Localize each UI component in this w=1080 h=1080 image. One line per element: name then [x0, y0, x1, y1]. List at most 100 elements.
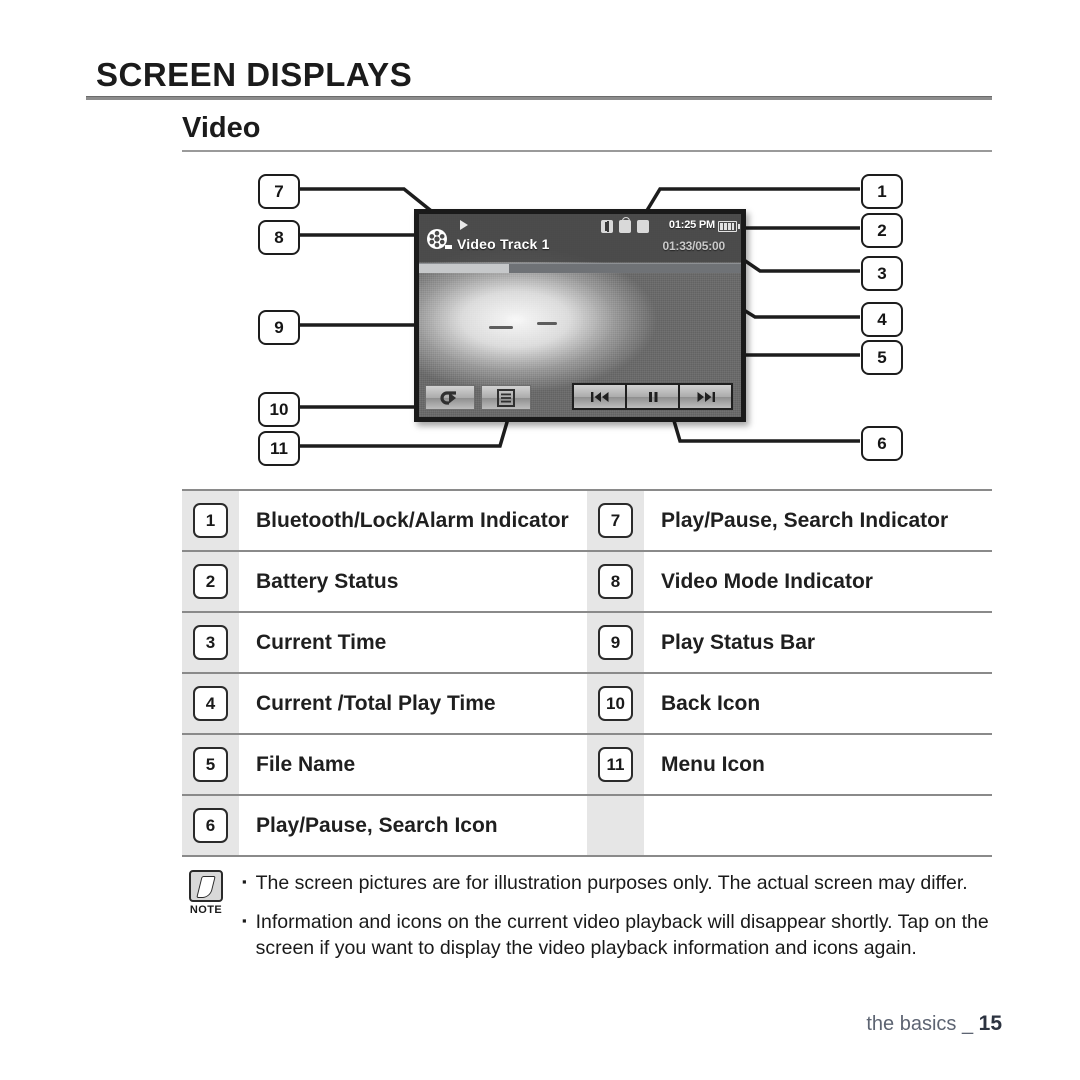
page-title: SCREEN DISPLAYS	[96, 56, 413, 93]
lock-icon	[619, 217, 631, 233]
menu-button[interactable]	[481, 385, 531, 410]
legend-cell: 6 Play/Pause, Search Icon	[182, 796, 587, 855]
status-icons	[601, 217, 649, 233]
back-icon	[440, 390, 456, 405]
legend-cell: 1 Bluetooth/Lock/Alarm Indicator	[182, 491, 587, 550]
legend-cell	[587, 796, 992, 855]
next-icon	[697, 391, 715, 402]
callout-badge-2: 2	[861, 213, 903, 248]
film-reel-icon	[427, 229, 452, 249]
play-time-label: 01:33/05:00	[662, 239, 725, 253]
legend-cell: 2 Battery Status	[182, 552, 587, 611]
previous-icon	[590, 391, 608, 402]
legend-row: 1 Bluetooth/Lock/Alarm Indicator 7 Play/Pau…	[182, 491, 992, 552]
legend-number: 6	[182, 796, 239, 855]
title-divider	[86, 96, 992, 100]
playback-control-group	[572, 383, 733, 410]
legend-number: 4	[182, 674, 239, 733]
legend-row: 4 Current /Total Play Time 10 Back Icon	[182, 674, 992, 735]
status-bar: Video Track 1 01:25 PM 01:33/05:00	[419, 214, 741, 262]
legend-row: 2 Battery Status 8 Video Mode Indicator	[182, 552, 992, 613]
legend-label: Play/Pause, Search Icon	[256, 813, 498, 837]
note-badge: NOTE	[182, 868, 230, 974]
legend-label: Current Time	[256, 630, 387, 654]
legend-cell: 11 Menu Icon	[587, 735, 992, 794]
back-button[interactable]	[425, 385, 475, 410]
left-control-group	[425, 385, 531, 410]
note-block: NOTE ▪ The screen pictures are for illust…	[182, 868, 994, 974]
legend-row: 3 Current Time 9 Play Status Bar	[182, 613, 992, 674]
legend-row: 6 Play/Pause, Search Icon	[182, 796, 992, 857]
section-divider	[182, 150, 992, 152]
footer: the basics _ 15	[866, 1012, 1002, 1036]
legend-cell: 4 Current /Total Play Time	[182, 674, 587, 733]
pause-button[interactable]	[626, 384, 679, 409]
cat-eye-right	[537, 322, 557, 325]
legend-cell: 8 Video Mode Indicator	[587, 552, 992, 611]
legend-row: 5 File Name 11 Menu Icon	[182, 735, 992, 796]
callout-badge-11: 11	[258, 431, 300, 466]
legend-number: 1	[182, 491, 239, 550]
next-button[interactable]	[679, 384, 732, 409]
bullet-icon: ▪	[242, 913, 247, 929]
legend-label: Play/Pause, Search Indicator	[661, 508, 949, 532]
legend-label: File Name	[256, 752, 356, 776]
footer-text: the basics _	[866, 1013, 974, 1035]
callout-badge-10: 10	[258, 392, 300, 427]
note-item: ▪ The screen pictures are for illustratio…	[242, 870, 994, 896]
legend-number: 7	[587, 491, 644, 550]
note-item: ▪ Information and icons on the current vi…	[242, 909, 994, 961]
legend-cell: 7 Play/Pause, Search Indicator	[587, 491, 992, 550]
callout-badge-7: 7	[258, 174, 300, 209]
alarm-icon	[637, 220, 649, 233]
pause-icon	[648, 391, 657, 402]
legend-label: Battery Status	[256, 569, 399, 593]
legend-cell: 9 Play Status Bar	[587, 613, 992, 672]
legend-label: Back Icon	[661, 691, 761, 715]
section-title: Video	[182, 112, 261, 144]
previous-button[interactable]	[573, 384, 626, 409]
play-triangle-icon	[460, 220, 468, 230]
legend-number: 8	[587, 552, 644, 611]
callout-badge-3: 3	[861, 256, 903, 291]
callout-badge-5: 5	[861, 340, 903, 375]
callout-badge-4: 4	[861, 302, 903, 337]
play-status-fill	[419, 264, 510, 273]
legend-label: Bluetooth/Lock/Alarm Indicator	[256, 508, 569, 532]
callout-badge-6: 6	[861, 426, 903, 461]
current-time-label: 01:25 PM	[668, 219, 715, 231]
legend-label: Video Mode Indicator	[661, 569, 873, 593]
bullet-icon: ▪	[242, 874, 247, 889]
note-pencil-icon	[189, 870, 223, 902]
legend-label: Menu Icon	[661, 752, 765, 776]
play-status-bar[interactable]	[419, 263, 741, 273]
bluetooth-icon	[601, 220, 613, 233]
legend-number: 5	[182, 735, 239, 794]
legend-cell: 10 Back Icon	[587, 674, 992, 733]
legend-number: 3	[182, 613, 239, 672]
cat-eye-left	[489, 326, 513, 329]
page-number: 15	[978, 1012, 1002, 1035]
note-text: The screen pictures are for illustration…	[255, 872, 968, 894]
file-name-label: Video Track 1	[457, 236, 550, 252]
legend-cell: 5 File Name	[182, 735, 587, 794]
battery-icon	[718, 221, 740, 232]
legend-label: Current /Total Play Time	[256, 691, 496, 715]
screen-content: Video Track 1 01:25 PM 01:33/05:00	[419, 214, 741, 417]
callout-badge-8: 8	[258, 220, 300, 255]
note-items: ▪ The screen pictures are for illustratio…	[242, 868, 994, 974]
legend-label: Play Status Bar	[661, 630, 816, 654]
legend-table: 1 Bluetooth/Lock/Alarm Indicator 7 Play/Pau…	[182, 489, 992, 857]
legend-number	[587, 796, 644, 855]
callout-badge-1: 1	[861, 174, 903, 209]
note-text: Information and icons on the current vid…	[255, 911, 989, 960]
callout-badge-9: 9	[258, 310, 300, 345]
legend-cell: 3 Current Time	[182, 613, 587, 672]
legend-number: 11	[587, 735, 644, 794]
device-screen: Video Track 1 01:25 PM 01:33/05:00	[414, 209, 746, 422]
note-label: NOTE	[189, 904, 223, 916]
legend-number: 2	[182, 552, 239, 611]
legend-number: 9	[587, 613, 644, 672]
menu-icon	[497, 388, 515, 407]
legend-number: 10	[587, 674, 644, 733]
